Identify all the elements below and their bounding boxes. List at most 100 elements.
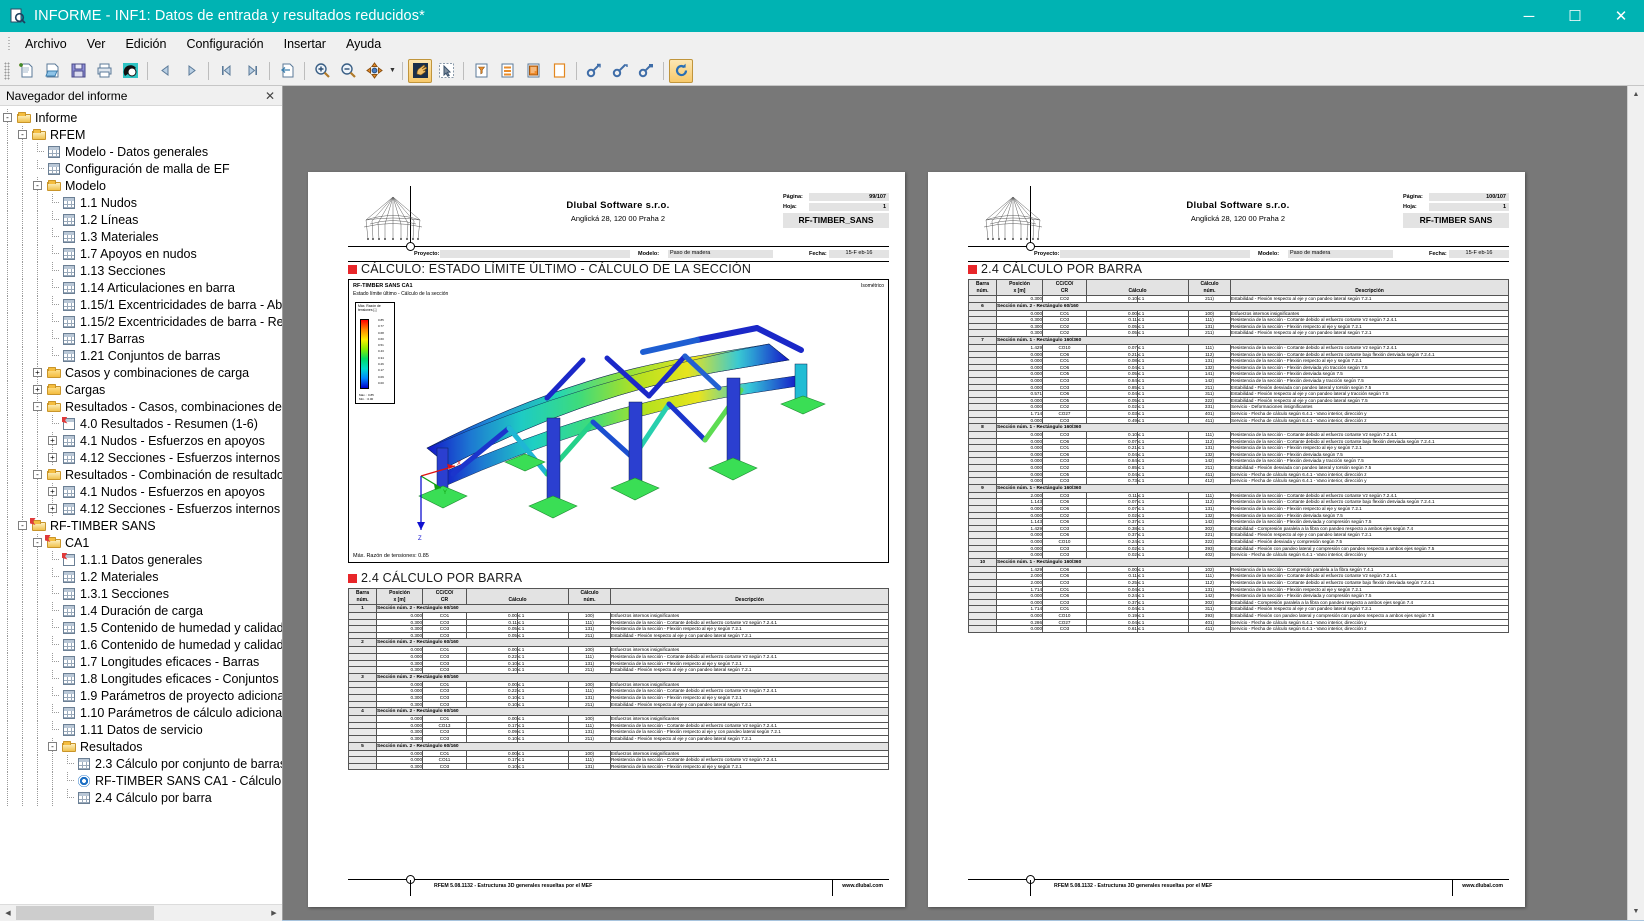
- tree-item-17[interactable]: - Resultados - Casos, combinaciones de c: [0, 398, 282, 415]
- tree-item-36[interactable]: 1.11 Datos de servicio: [0, 721, 282, 738]
- menu-drag-grip[interactable]: [6, 35, 13, 52]
- scroll-thumb[interactable]: [16, 905, 154, 920]
- tree-item-34[interactable]: 1.9 Parámetros de proyecto adicional: [0, 687, 282, 704]
- calculation-table-right[interactable]: Barra núm. Posición x [m] CC/CO/CR Cálcu…: [968, 279, 1509, 633]
- minimize-button[interactable]: ─: [1506, 0, 1552, 32]
- tree-item-24[interactable]: - RF-TIMBER SANS: [0, 517, 282, 534]
- tree-item-25[interactable]: - CA1: [0, 534, 282, 551]
- page-properties-icon[interactable]: [495, 59, 519, 83]
- tree-expander[interactable]: -: [0, 109, 15, 126]
- tree-item-5[interactable]: 1.1 Nudos: [0, 194, 282, 211]
- first-page-icon[interactable]: [214, 59, 238, 83]
- menu-ayuda[interactable]: Ayuda: [336, 34, 391, 54]
- tree-expander[interactable]: -: [45, 738, 60, 755]
- menu-configuracion[interactable]: Configuración: [176, 34, 273, 54]
- tree-item-15[interactable]: + Casos y combinaciones de carga: [0, 364, 282, 381]
- tree-expander[interactable]: +: [45, 432, 60, 449]
- tree-item-31[interactable]: 1.6 Contenido de humedad y calidad: [0, 636, 282, 653]
- tree-item-6[interactable]: 1.2 Líneas: [0, 211, 282, 228]
- filter-icon[interactable]: [469, 59, 493, 83]
- tree-expander[interactable]: -: [30, 177, 45, 194]
- navigator-horizontal-scrollbar[interactable]: ◀ ▶: [0, 904, 282, 921]
- menu-edicion[interactable]: Edición: [115, 34, 176, 54]
- tree-item-39[interactable]: RF-TIMBER SANS CA1 - Cálculo:: [0, 772, 282, 789]
- select-tool-icon[interactable]: [434, 59, 458, 83]
- calculation-table-left[interactable]: Barra núm. Posición x [m] CC/CO/CR Cálcu…: [348, 588, 889, 771]
- document-scroll-container[interactable]: Dlubal Software s.r.o. Anglická 28, 120 …: [283, 86, 1627, 920]
- toolbar-drag-grip[interactable]: [4, 61, 10, 80]
- navigator-tree[interactable]: - Informe - RFEM Modelo - Datos generales Con…: [0, 106, 282, 904]
- menu-archivo[interactable]: Archivo: [15, 34, 77, 54]
- hand-tool-icon[interactable]: [408, 58, 432, 83]
- link-add-icon[interactable]: [582, 59, 606, 83]
- scroll-up-icon[interactable]: ▲: [1628, 86, 1644, 103]
- tree-item-35[interactable]: 1.10 Parámetros de cálculo adicional: [0, 704, 282, 721]
- next-page-icon[interactable]: [179, 59, 203, 83]
- tree-expander[interactable]: -: [15, 126, 30, 143]
- tree-expander[interactable]: -: [30, 534, 45, 551]
- tree-item-22[interactable]: +4.1 Nudos - Esfuerzos en apoyos: [0, 483, 282, 500]
- scroll-track[interactable]: [1628, 103, 1644, 903]
- link-lock-icon[interactable]: [634, 59, 658, 83]
- close-icon[interactable]: ✕: [262, 89, 278, 103]
- tree-item-10[interactable]: 1.14 Articulaciones en barra: [0, 279, 282, 296]
- tree-item-8[interactable]: 1.7 Apoyos en nudos: [0, 245, 282, 262]
- pan-view-icon[interactable]: [362, 59, 386, 83]
- new-report-icon[interactable]: [14, 59, 38, 83]
- tree-item-11[interactable]: 1.15/1 Excentricidades de barra - Abs: [0, 296, 282, 313]
- tree-item-32[interactable]: 1.7 Longitudes eficaces - Barras: [0, 653, 282, 670]
- link-edit-icon[interactable]: [608, 59, 632, 83]
- scroll-track[interactable]: [16, 904, 266, 921]
- tree-expander[interactable]: +: [30, 364, 45, 381]
- tree-item-3[interactable]: Configuración de malla de EF: [0, 160, 282, 177]
- tree-item-2[interactable]: Modelo - Datos generales: [0, 143, 282, 160]
- report-page-right[interactable]: Dlubal Software s.r.o. Anglická 28, 120 …: [928, 172, 1525, 907]
- tree-item-18[interactable]: 4.0 Resultados - Resumen (1-6): [0, 415, 282, 432]
- zoom-in-icon[interactable]: [310, 59, 334, 83]
- tree-item-33[interactable]: 1.8 Longitudes eficaces - Conjuntos: [0, 670, 282, 687]
- zoom-out-icon[interactable]: [336, 59, 360, 83]
- tree-item-13[interactable]: 1.17 Barras: [0, 330, 282, 347]
- scroll-down-icon[interactable]: ▼: [1628, 903, 1644, 920]
- print-icon[interactable]: [92, 59, 116, 83]
- chevron-down-icon[interactable]: ▼: [387, 59, 398, 83]
- report-page-left[interactable]: Dlubal Software s.r.o. Anglická 28, 120 …: [308, 172, 905, 907]
- tree-item-16[interactable]: + Cargas: [0, 381, 282, 398]
- last-page-icon[interactable]: [240, 59, 264, 83]
- tree-item-1[interactable]: - RFEM: [0, 126, 282, 143]
- tree-expander[interactable]: -: [30, 398, 45, 415]
- tree-item-20[interactable]: +4.12 Secciones - Esfuerzos internos: [0, 449, 282, 466]
- tree-item-12[interactable]: 1.15/2 Excentricidades de barra - Rela: [0, 313, 282, 330]
- tree-item-38[interactable]: 2.3 Cálculo por conjunto de barras: [0, 755, 282, 772]
- tree-item-26[interactable]: 1.1.1 Datos generales: [0, 551, 282, 568]
- tree-item-27[interactable]: 1.2 Materiales: [0, 568, 282, 585]
- tree-expander[interactable]: +: [45, 483, 60, 500]
- tree-item-14[interactable]: 1.21 Conjuntos de barras: [0, 347, 282, 364]
- tree-expander[interactable]: +: [45, 500, 60, 517]
- scroll-left-icon[interactable]: ◀: [0, 904, 16, 921]
- tree-item-30[interactable]: 1.5 Contenido de humedad y calidad: [0, 619, 282, 636]
- close-button[interactable]: ✕: [1598, 0, 1644, 32]
- tree-item-29[interactable]: 1.4 Duración de carga: [0, 602, 282, 619]
- previous-page-icon[interactable]: [153, 59, 177, 83]
- menu-insertar[interactable]: Insertar: [274, 34, 336, 54]
- refresh-icon[interactable]: [669, 58, 693, 83]
- tree-item-23[interactable]: +4.12 Secciones - Esfuerzos internos: [0, 500, 282, 517]
- tree-item-28[interactable]: 1.3.1 Secciones: [0, 585, 282, 602]
- tree-item-7[interactable]: 1.3 Materiales: [0, 228, 282, 245]
- maximize-button[interactable]: ☐: [1552, 0, 1598, 32]
- menu-ver[interactable]: Ver: [77, 34, 116, 54]
- tree-item-37[interactable]: - Resultados: [0, 738, 282, 755]
- page-content-icon[interactable]: [521, 59, 545, 83]
- print-preview-icon[interactable]: [118, 59, 142, 83]
- scroll-right-icon[interactable]: ▶: [266, 904, 282, 921]
- export-icon[interactable]: [275, 59, 299, 83]
- tree-expander[interactable]: -: [30, 466, 45, 483]
- result-figure[interactable]: RF-TIMBER SANS CA1 Estado límite último …: [348, 279, 889, 563]
- tree-item-0[interactable]: - Informe: [0, 109, 282, 126]
- save-icon[interactable]: [66, 59, 90, 83]
- document-viewport[interactable]: Dlubal Software s.r.o. Anglická 28, 120 …: [283, 86, 1644, 920]
- tree-item-21[interactable]: - Resultados - Combinación de resultados: [0, 466, 282, 483]
- tree-expander[interactable]: +: [30, 381, 45, 398]
- tree-expander[interactable]: +: [45, 449, 60, 466]
